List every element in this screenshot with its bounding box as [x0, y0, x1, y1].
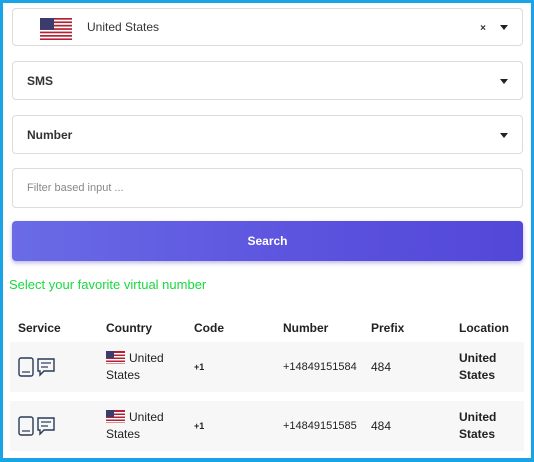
phone-icon — [18, 416, 34, 436]
type-select[interactable]: Number — [12, 115, 523, 154]
row-spacer — [10, 392, 524, 401]
service-cell — [10, 342, 98, 392]
table-row[interactable]: United States +1 +14849151584 484 United… — [10, 342, 524, 392]
type-select-value: Number — [27, 127, 73, 142]
filter-input-wrapper — [12, 168, 523, 208]
header-country: Country — [106, 321, 152, 335]
chevron-down-icon[interactable] — [500, 132, 508, 138]
country-cell: United States — [98, 342, 186, 392]
service-select-value: SMS — [27, 73, 54, 88]
prefix-cell: 484 — [363, 342, 451, 392]
hint-text: Select your favorite virtual number — [9, 277, 207, 292]
header-prefix: Prefix — [371, 321, 405, 335]
header-service: Service — [18, 321, 61, 335]
us-flag-icon — [40, 18, 72, 40]
number-cell: +14849151585 — [275, 401, 363, 451]
code-cell: +1 — [186, 401, 275, 451]
chevron-down-icon[interactable] — [500, 78, 508, 84]
table-header-row: Service Country Code Number Prefix Locat… — [10, 314, 524, 342]
chevron-down-icon[interactable] — [500, 25, 508, 30]
search-button[interactable]: Search — [12, 221, 523, 261]
us-flag-icon — [106, 351, 125, 364]
number-cell: +14849151584 — [275, 342, 363, 392]
prefix-cell: 484 — [363, 401, 451, 451]
service-cell — [10, 401, 98, 451]
us-flag-icon — [106, 410, 125, 423]
clear-country-icon[interactable]: × — [480, 23, 486, 34]
table-row[interactable]: United States +1 +14849151585 484 United… — [10, 401, 524, 451]
numbers-table: Service Country Code Number Prefix Locat… — [10, 314, 524, 451]
header-location: Location — [459, 321, 509, 335]
phone-icon — [18, 357, 34, 377]
chat-icon — [37, 417, 55, 436]
country-select-value: United States — [87, 20, 160, 34]
country-select[interactable]: United States × — [12, 8, 523, 46]
country-cell: United States — [98, 401, 186, 451]
location-cell: United States — [451, 401, 524, 451]
header-code: Code — [194, 321, 224, 335]
filter-input[interactable] — [13, 182, 522, 194]
header-number: Number — [283, 321, 329, 335]
location-cell: United States — [451, 342, 524, 392]
chat-icon — [37, 358, 55, 377]
code-cell: +1 — [186, 342, 275, 392]
service-select[interactable]: SMS — [12, 61, 523, 100]
